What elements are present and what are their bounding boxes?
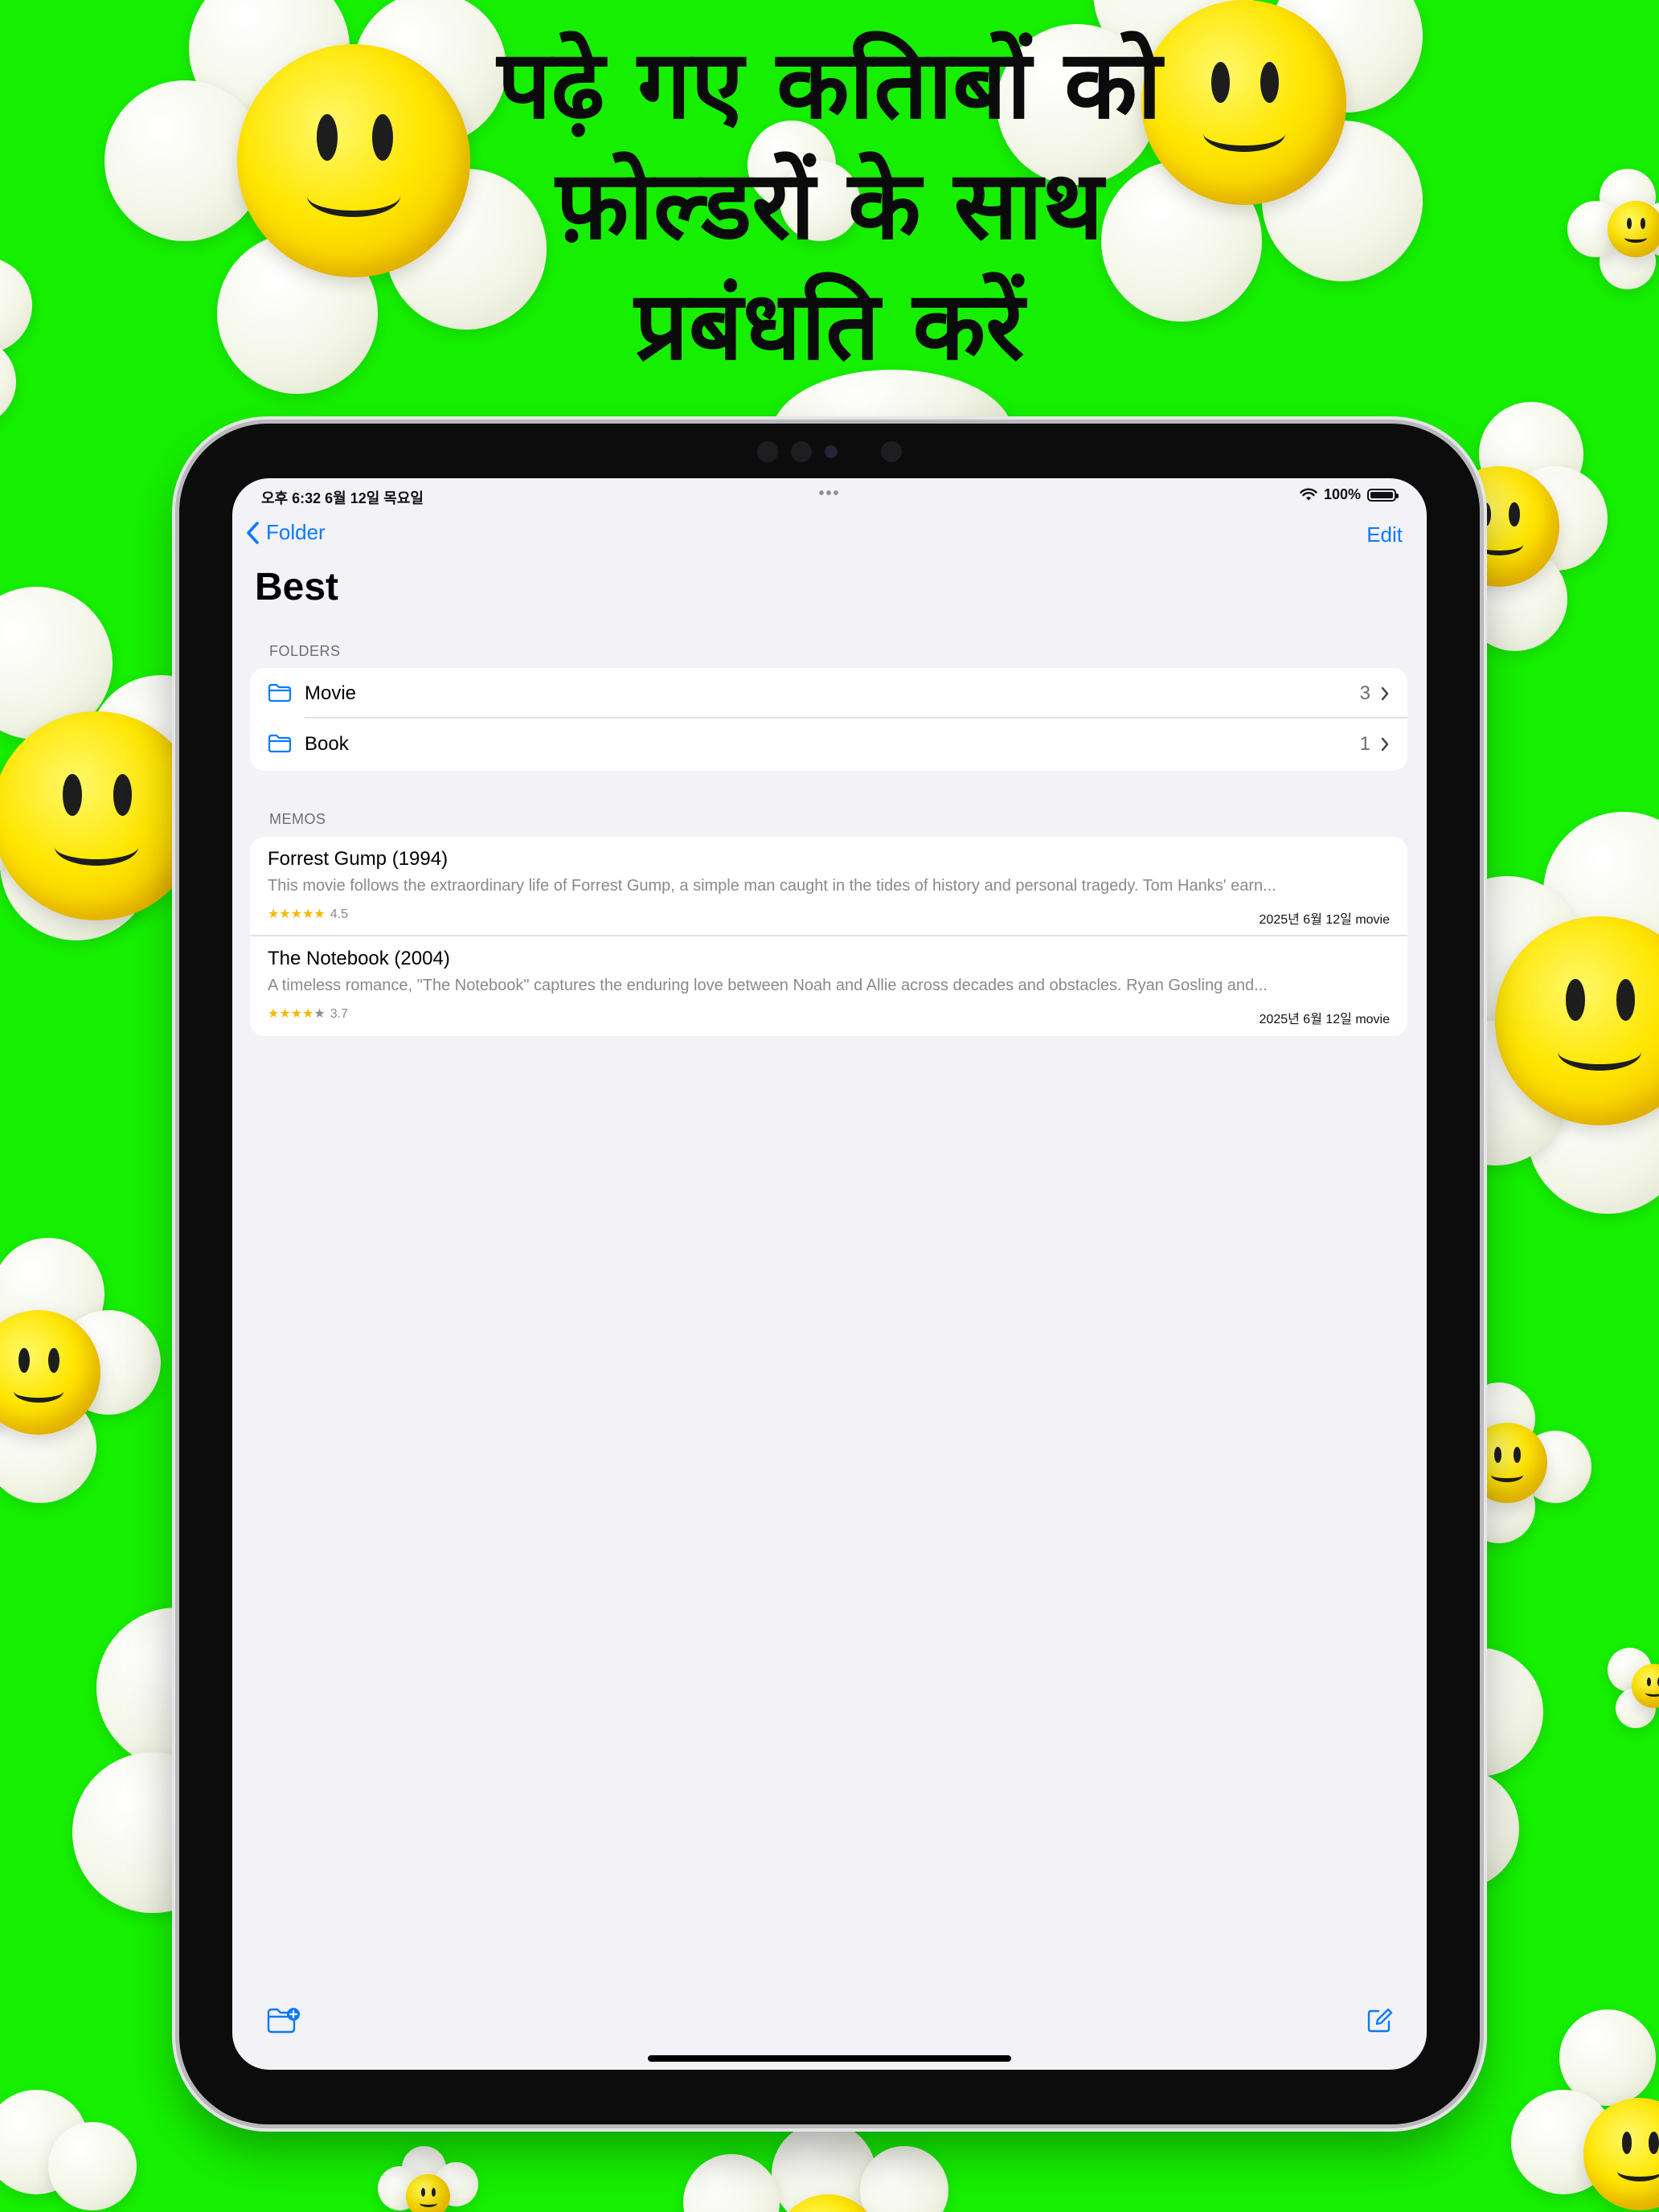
chevron-left-icon <box>247 521 259 544</box>
star-icon: ★ <box>279 907 291 921</box>
daisy-smiley-decoration <box>0 257 48 426</box>
compose-button[interactable] <box>1366 2007 1393 2038</box>
headline: पढ़े गए कतिाबों को फ़ोल्डरों के साथ प्रब… <box>267 24 1392 386</box>
star-icon: ★ <box>302 907 314 921</box>
star-rating: ★★★★★ 4.5 <box>268 907 348 922</box>
daisy-smiley-decoration <box>0 2090 137 2212</box>
memo-preview: This movie follows the extraordinary lif… <box>268 877 1276 895</box>
chevron-right-icon <box>1381 737 1389 752</box>
edit-button[interactable]: Edit <box>1366 522 1403 547</box>
status-indicators: 100% <box>1300 486 1399 503</box>
star-icons: ★★★★★ <box>268 907 326 922</box>
ipad-device-frame: 오후 6:32 6월 12일 목요일 ••• 100% Folder Edit … <box>179 424 1480 2124</box>
headline-line-2: फ़ोल्डरों के साथ <box>555 150 1104 260</box>
camera-sensor-icon <box>881 441 902 462</box>
memo-title: The Notebook (2004) <box>268 948 450 969</box>
daisy-smiley-decoration <box>1511 2009 1659 2212</box>
star-icon: ★ <box>302 1007 314 1021</box>
folder-row-movie[interactable]: Movie 3 <box>250 668 1407 719</box>
home-indicator[interactable] <box>648 2055 1011 2062</box>
star-icons: ★★★★★ <box>268 1007 326 1022</box>
rating-value: 3.7 <box>330 1007 348 1021</box>
multitasking-dots-icon[interactable]: ••• <box>818 485 840 503</box>
star-icon: ★ <box>268 1007 280 1021</box>
status-time-date: 오후 6:32 6월 12일 목요일 <box>261 490 424 506</box>
square-and-pencil-icon <box>1367 2008 1393 2033</box>
memo-preview: A timeless romance, "The Notebook" captu… <box>268 977 1268 994</box>
star-icon: ★ <box>279 1007 291 1021</box>
rating-value: 4.5 <box>330 907 348 921</box>
folder-badge-plus-icon <box>267 2008 300 2034</box>
folder-icon <box>268 734 292 753</box>
chevron-right-icon <box>1381 686 1389 701</box>
star-rating: ★★★★★ 3.7 <box>268 1007 348 1022</box>
app-screen: 오후 6:32 6월 12일 목요일 ••• 100% Folder Edit … <box>232 478 1427 2070</box>
star-icon: ★ <box>268 907 280 921</box>
headline-line-3: प्रबंधति करें <box>634 270 1025 381</box>
battery-percent: 100% <box>1323 486 1361 502</box>
camera-sensor-icon <box>757 441 778 462</box>
new-folder-button[interactable] <box>266 2007 300 2038</box>
daisy-smiley-decoration <box>1608 1640 1659 1728</box>
daisy-smiley-decoration <box>1567 169 1659 289</box>
memo-title: Forrest Gump (1994) <box>268 848 449 870</box>
star-icon: ★ <box>313 1007 326 1021</box>
folder-icon <box>268 683 292 703</box>
memo-date-category: 2025년 6월 12일 movie <box>1259 1013 1390 1026</box>
folder-count: 3 <box>1359 682 1370 704</box>
star-icon: ★ <box>290 907 303 921</box>
headline-line-1: पढ़े गए कतिाबों को <box>497 29 1162 140</box>
camera-indicator-icon <box>825 445 838 458</box>
folder-count: 1 <box>1359 733 1370 755</box>
camera-lens-icon <box>791 441 812 462</box>
folders-list: Movie 3 Book 1 <box>250 668 1407 771</box>
camera-bar <box>725 441 934 462</box>
status-bar: 오후 6:32 6월 12일 목요일 ••• 100% <box>232 478 1427 510</box>
star-icon: ★ <box>313 907 326 921</box>
back-button[interactable]: Folder <box>245 520 326 545</box>
memo-row[interactable]: The Notebook (2004) A timeless romance, … <box>250 936 1407 1036</box>
folder-name: Movie <box>305 682 357 704</box>
memo-row[interactable]: Forrest Gump (1994) This movie follows t… <box>250 837 1407 936</box>
memos-section-header: MEMOS <box>269 811 326 827</box>
daisy-smiley-decoration <box>0 1238 185 1511</box>
back-button-label: Folder <box>266 520 326 544</box>
wifi-icon <box>1300 488 1317 501</box>
folder-name: Book <box>305 733 349 755</box>
daisy-smiley-decoration <box>683 2122 948 2212</box>
page-title: Best <box>255 566 339 608</box>
memo-date-category: 2025년 6월 12일 movie <box>1259 913 1390 927</box>
folder-row-book[interactable]: Book 1 <box>250 719 1407 769</box>
battery-icon <box>1367 488 1399 502</box>
folders-section-header: FOLDERS <box>269 643 341 659</box>
daisy-smiley-decoration <box>378 2146 482 2212</box>
memos-list: Forrest Gump (1994) This movie follows t… <box>250 837 1407 1036</box>
star-icon: ★ <box>290 1007 303 1021</box>
